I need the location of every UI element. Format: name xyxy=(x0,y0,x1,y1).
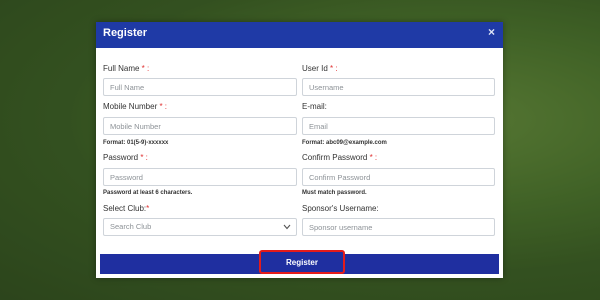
email-format-hint: Format: abc09@example.com xyxy=(302,140,387,146)
sponsor-field[interactable] xyxy=(302,218,495,236)
password-label-text: Password xyxy=(103,153,139,162)
username-input[interactable] xyxy=(309,79,488,95)
required-marker: * : xyxy=(139,64,150,73)
user-id-label: User Id * : xyxy=(302,64,338,73)
register-button[interactable]: Register xyxy=(259,250,345,274)
password-field[interactable] xyxy=(103,168,297,186)
required-marker: * : xyxy=(327,64,338,73)
chevron-down-icon xyxy=(283,224,291,230)
required-marker: * : xyxy=(138,153,148,162)
password-label: Password * : xyxy=(103,153,148,162)
full-name-label-text: Full Name xyxy=(103,64,140,73)
mobile-field[interactable] xyxy=(103,117,297,135)
required-marker: * : xyxy=(157,102,168,111)
confirm-password-label: Confirm Password * : xyxy=(302,153,377,162)
mobile-label-text: Mobile Number xyxy=(103,102,158,111)
password-input[interactable] xyxy=(110,169,290,185)
full-name-input[interactable] xyxy=(110,79,290,95)
required-marker: * : xyxy=(367,153,378,162)
register-bar: Register xyxy=(100,250,499,274)
confirm-password-field[interactable] xyxy=(302,168,495,186)
full-name-label: Full Name * : xyxy=(103,64,149,73)
modal-title: Register xyxy=(103,27,148,39)
confirm-password-hint: Must match password. xyxy=(302,190,367,196)
required-marker: * xyxy=(146,204,150,213)
club-select[interactable]: Search Club xyxy=(103,218,297,236)
email-label: E-mail: xyxy=(302,102,327,111)
sponsor-label: Sponsor's Username: xyxy=(302,204,379,213)
mobile-label: Mobile Number * : xyxy=(103,102,167,111)
email-input[interactable] xyxy=(309,118,488,134)
user-id-field[interactable] xyxy=(302,78,495,96)
full-name-field[interactable] xyxy=(103,78,297,96)
club-select-value: Search Club xyxy=(110,222,152,231)
sponsor-input[interactable] xyxy=(309,219,488,235)
modal-header: Register × xyxy=(96,22,503,48)
email-field[interactable] xyxy=(302,117,495,135)
confirm-password-label-text: Confirm Password xyxy=(302,153,368,162)
mobile-format-hint: Format: 01(5-9)-xxxxxx xyxy=(103,140,169,146)
confirm-password-input[interactable] xyxy=(309,169,488,185)
close-icon[interactable]: × xyxy=(488,25,495,39)
password-hint: Password at least 6 characters. xyxy=(103,190,193,196)
register-modal: Register × Full Name * : User Id * : Mob… xyxy=(96,22,503,278)
club-label-text: Select Club: xyxy=(103,204,147,213)
club-label: Select Club:* xyxy=(103,204,149,213)
mobile-input[interactable] xyxy=(110,118,290,134)
user-id-label-text: User Id xyxy=(302,64,328,73)
